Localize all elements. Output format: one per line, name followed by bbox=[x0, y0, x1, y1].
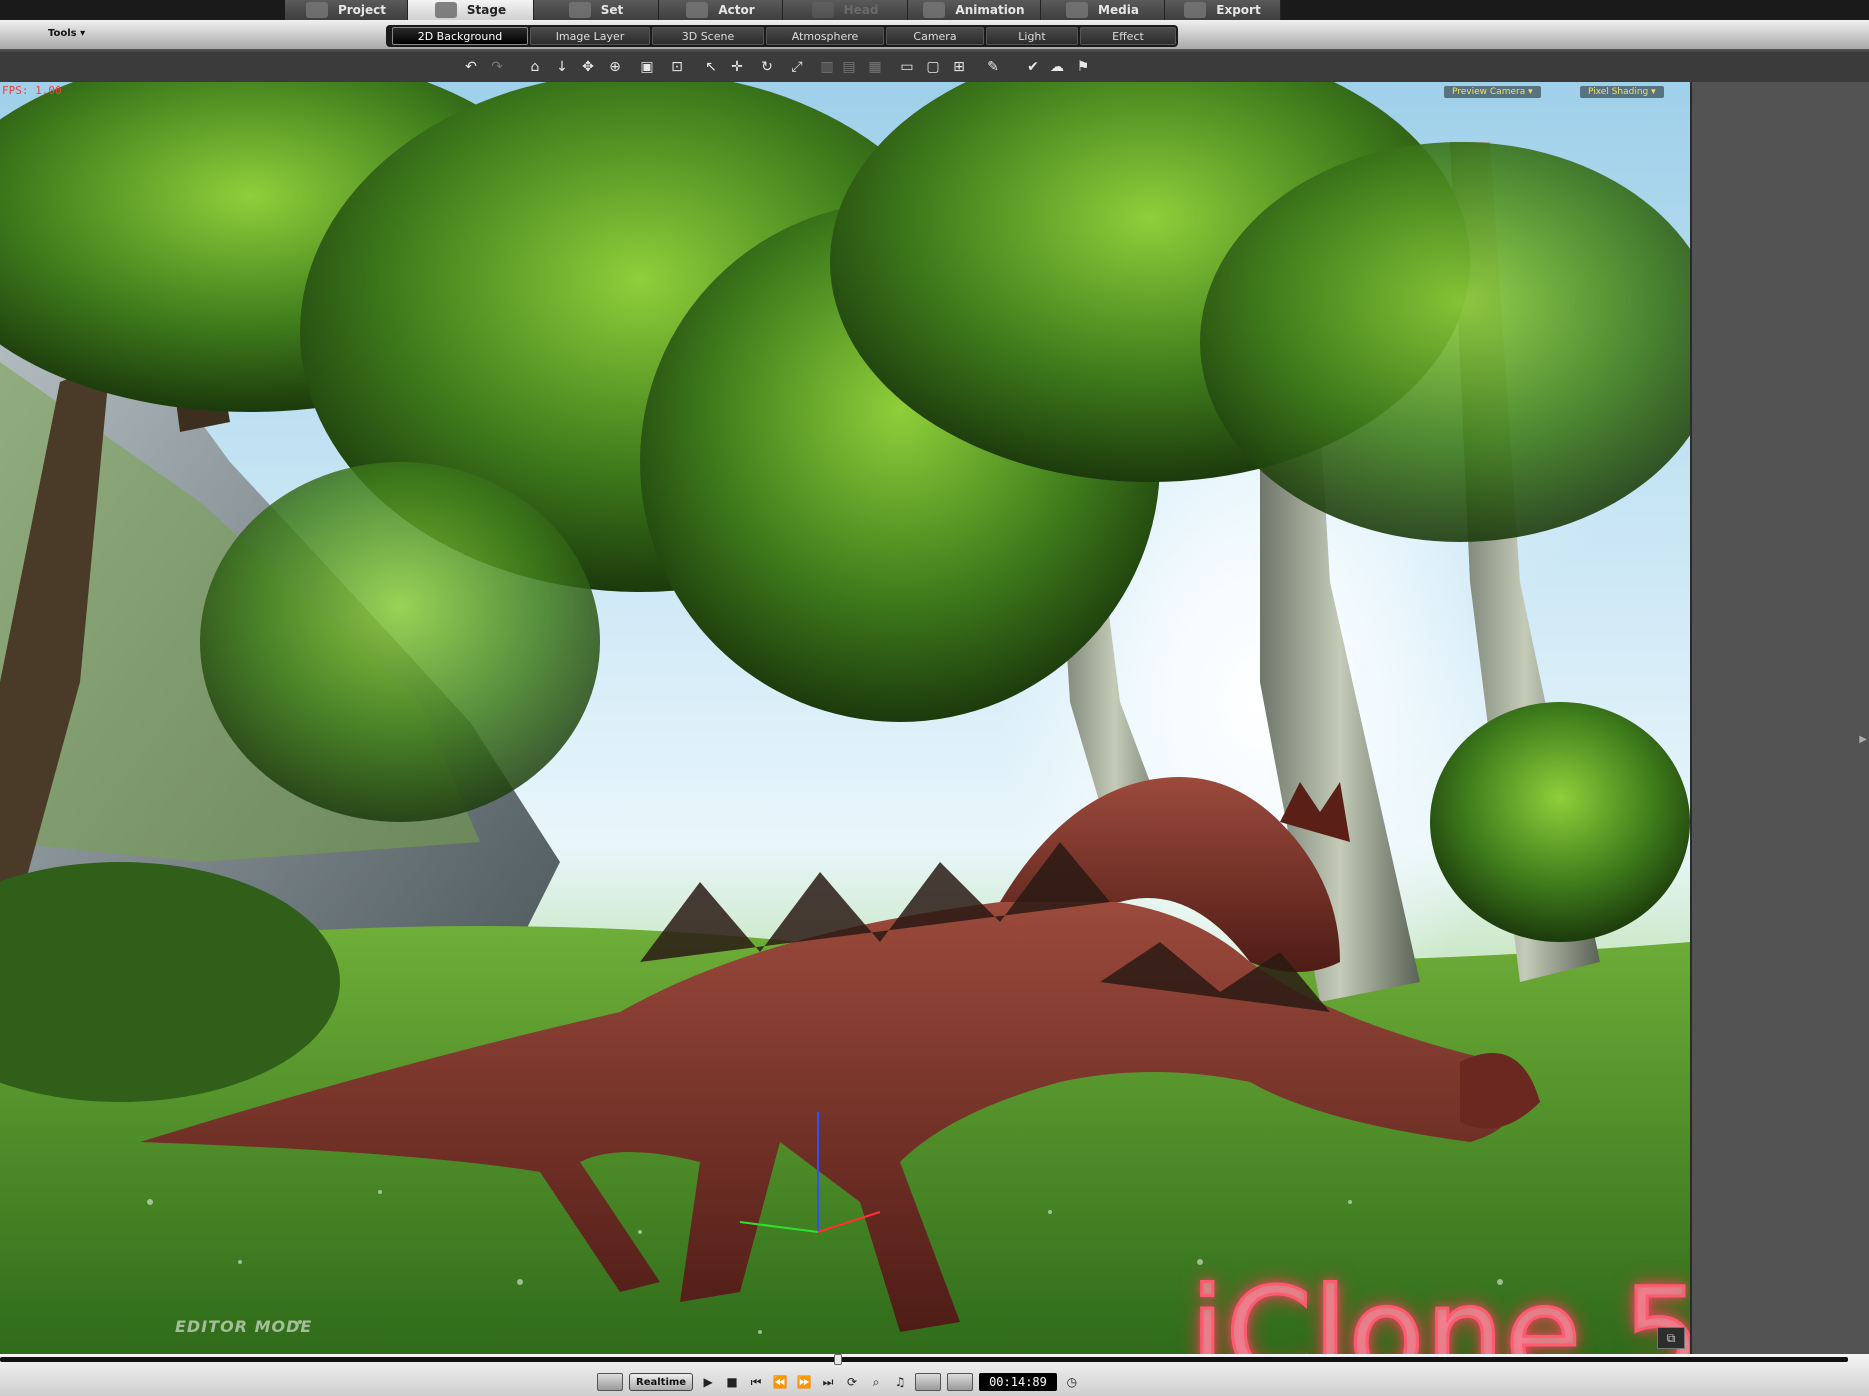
export-icon bbox=[1184, 2, 1207, 18]
align-center-icon: ▤ bbox=[842, 59, 856, 75]
subtab-camera[interactable]: Camera bbox=[886, 27, 984, 45]
select-icon[interactable]: ↖ bbox=[702, 58, 720, 76]
right-panel: ▶ bbox=[1690, 82, 1869, 1354]
preview-camera-dropdown[interactable]: Preview Camera ▾ bbox=[1444, 86, 1541, 98]
fast-forward-icon[interactable]: ⏩ bbox=[795, 1373, 813, 1391]
stage-sub-tabs: 2D Background Image Layer 3D Scene Atmos… bbox=[386, 25, 1178, 47]
stage-icon bbox=[434, 2, 457, 18]
tab-set[interactable]: Set bbox=[534, 0, 659, 20]
play-icon[interactable]: ▶ bbox=[699, 1373, 717, 1391]
paint-icon[interactable]: ✎ bbox=[984, 58, 1002, 76]
main-tab-bar: Project Stage Set Actor Head Animation M… bbox=[0, 0, 1869, 20]
tab-animation[interactable]: Animation bbox=[908, 0, 1041, 20]
animation-icon bbox=[923, 2, 946, 18]
subtab-atmosphere[interactable]: Atmosphere bbox=[766, 27, 884, 45]
panel-expand-icon[interactable]: ▶ bbox=[1859, 734, 1867, 745]
timeline-toggle-icon[interactable] bbox=[597, 1373, 623, 1391]
tab-media[interactable]: Media bbox=[1041, 0, 1165, 20]
camera-switch-icon[interactable]: ⌕ bbox=[867, 1373, 885, 1391]
iclone-5-logo: iClone 5 bbox=[1189, 1261, 1690, 1355]
pixel-shading-label: Pixel Shading bbox=[1588, 87, 1649, 97]
tab-label: Project bbox=[337, 3, 387, 17]
scale-icon[interactable]: ▣ bbox=[638, 58, 656, 76]
stop-icon[interactable]: ■ bbox=[723, 1373, 741, 1391]
playback-controls: Realtime ▶ ■ ⏮ ⏪ ⏩ ⏭ ⟳ ⌕ ♫ 00:14:89 ◷ bbox=[597, 1372, 1081, 1392]
tab-label: Animation bbox=[955, 3, 1025, 17]
tools-menu[interactable]: Tools ▾ bbox=[48, 28, 85, 39]
set-icon bbox=[568, 2, 591, 18]
fullframe-icon[interactable]: ⊞ bbox=[950, 58, 968, 76]
rotate-axis-icon[interactable]: ⊕ bbox=[606, 58, 624, 76]
align-left-icon: ▥ bbox=[820, 59, 834, 75]
window-icon[interactable]: ▭ bbox=[898, 58, 916, 76]
fps-readout: FPS: 1.00 bbox=[2, 84, 62, 97]
realtime-button[interactable]: Realtime bbox=[629, 1373, 694, 1391]
tab-label: Export bbox=[1216, 3, 1261, 17]
rotate-icon[interactable]: ↻ bbox=[758, 58, 776, 76]
timeline-bar: Realtime ▶ ■ ⏮ ⏪ ⏩ ⏭ ⟳ ⌕ ♫ 00:14:89 ◷ bbox=[0, 1354, 1869, 1396]
tab-actor[interactable]: Actor bbox=[659, 0, 783, 20]
home-icon[interactable]: ⌂ bbox=[526, 58, 544, 76]
fit-icon[interactable]: ⊡ bbox=[668, 58, 686, 76]
tab-label: Set bbox=[600, 3, 624, 17]
edit-toolbar: ↶ ↷ ⌂ ↓ ✥ ⊕ ▣ ⊡ ↖ ✛ ↻ ⤢ ▥ ▤ ▦ ▭ ▢ ⊞ ✎ ✔ … bbox=[0, 52, 1869, 82]
playhead-handle[interactable] bbox=[834, 1354, 842, 1365]
editor-mode-badge: EDITOR MODE bbox=[175, 1317, 313, 1336]
subtab-image-layer[interactable]: Image Layer bbox=[530, 27, 650, 45]
tab-label: Head bbox=[843, 3, 879, 17]
forest-scene bbox=[0, 82, 1690, 1354]
move-icon[interactable]: ✥ bbox=[579, 58, 597, 76]
tab-stage[interactable]: Stage bbox=[408, 0, 534, 20]
down-arrow-icon[interactable]: ↓ bbox=[553, 58, 571, 76]
project-icon bbox=[305, 2, 328, 18]
actor-icon bbox=[686, 2, 709, 18]
align-right-icon: ▦ bbox=[868, 59, 882, 75]
tab-label: Stage bbox=[466, 3, 507, 17]
fps-label: FPS: bbox=[2, 84, 29, 97]
rewind-icon[interactable]: ⏪ bbox=[771, 1373, 789, 1391]
media-icon bbox=[1066, 2, 1089, 18]
iclone-app: Project Stage Set Actor Head Animation M… bbox=[0, 0, 1869, 1396]
subtab-light[interactable]: Light bbox=[986, 27, 1078, 45]
redo-icon[interactable]: ↷ bbox=[488, 58, 506, 76]
terrain-icon[interactable]: ☁ bbox=[1048, 58, 1066, 76]
fps-value: 1.00 bbox=[35, 84, 62, 97]
restore-viewport-icon[interactable]: ⧉ bbox=[1657, 1327, 1685, 1349]
film-icon[interactable] bbox=[915, 1373, 942, 1391]
tab-label: Media bbox=[1098, 3, 1139, 17]
curve-icon[interactable] bbox=[947, 1373, 974, 1391]
head-icon bbox=[811, 2, 834, 18]
stage-sub-toolbar: Tools ▾ 2D Background Image Layer 3D Sce… bbox=[0, 20, 1869, 50]
timecode-display[interactable]: 00:14:89 bbox=[979, 1373, 1057, 1391]
check-icon[interactable]: ✔ bbox=[1024, 58, 1042, 76]
pivot-icon[interactable]: ✛ bbox=[728, 58, 746, 76]
subtab-effect[interactable]: Effect bbox=[1080, 27, 1176, 45]
tab-project[interactable]: Project bbox=[285, 0, 408, 20]
resize-icon[interactable]: ⤢ bbox=[788, 58, 806, 76]
tab-head: Head bbox=[783, 0, 908, 20]
3d-viewport[interactable]: FPS: 1.00 Preview Camera ▾ Pixel Shading… bbox=[0, 82, 1690, 1354]
loop-icon[interactable]: ⟳ bbox=[843, 1373, 861, 1391]
subtab-2d-background[interactable]: 2D Background bbox=[392, 27, 528, 45]
go-to-start-icon[interactable]: ⏮ bbox=[747, 1373, 765, 1391]
tab-label: Actor bbox=[718, 3, 755, 17]
preview-camera-label: Preview Camera bbox=[1452, 87, 1526, 97]
clock-icon[interactable]: ◷ bbox=[1063, 1373, 1081, 1391]
music-icon[interactable]: ♫ bbox=[891, 1373, 909, 1391]
tab-export[interactable]: Export bbox=[1165, 0, 1281, 20]
frame-icon[interactable]: ▢ bbox=[924, 58, 942, 76]
undo-icon[interactable]: ↶ bbox=[462, 58, 480, 76]
timeline-scrubber[interactable] bbox=[0, 1357, 1848, 1362]
go-to-end-icon[interactable]: ⏭ bbox=[819, 1373, 837, 1391]
flag-icon[interactable]: ⚑ bbox=[1074, 58, 1092, 76]
subtab-3d-scene[interactable]: 3D Scene bbox=[652, 27, 764, 45]
pixel-shading-dropdown[interactable]: Pixel Shading ▾ bbox=[1580, 86, 1664, 98]
